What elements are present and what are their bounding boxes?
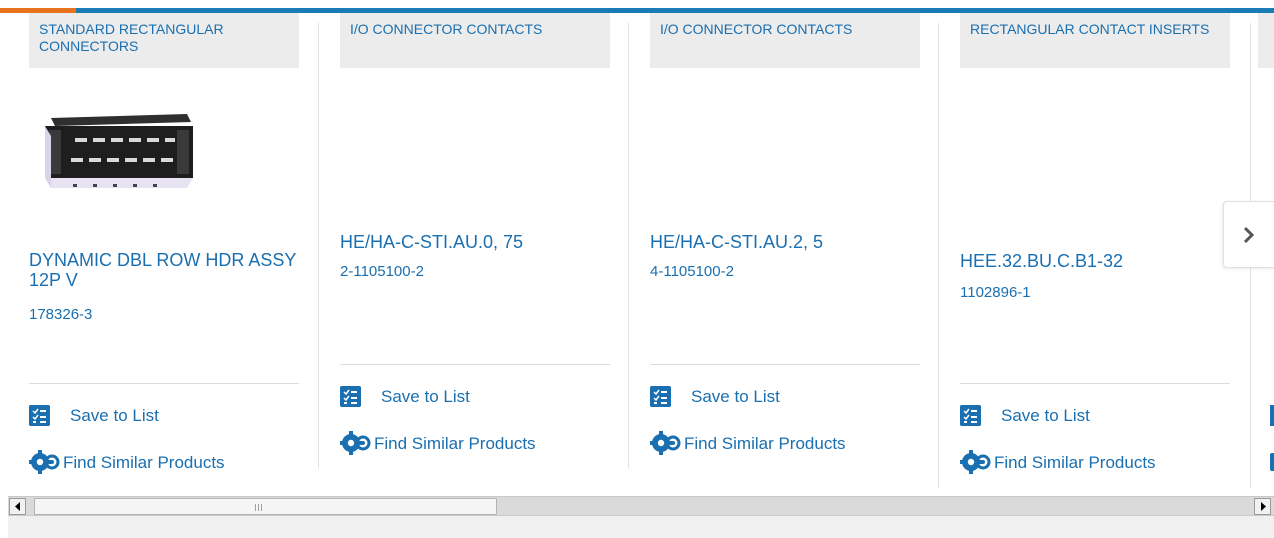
product-title-link[interactable]: DYNAMIC DBL ROW HDR ASSY 12P V [29,250,299,290]
separator [960,383,1230,384]
save-to-list-label: Save to List [691,386,780,406]
category-label[interactable]: I/O CONNECTOR CONTACTS [650,13,920,68]
save-to-list-button[interactable]: Save to List [340,386,470,407]
product-title-link[interactable]: HE/HA-C-STI.AU.2, 5 [650,232,920,252]
part-number-link[interactable]: 1102896-1 [960,284,1031,302]
find-similar-label: Find Similar Products [684,433,846,453]
save-to-list-button[interactable]: Save to List [650,386,780,407]
scrollbar-grip [255,504,263,511]
next-card-save-icon-peek [1270,405,1274,426]
separator [650,364,920,365]
gears-icon [29,450,60,474]
find-similar-button[interactable]: Find Similar Products [650,431,846,456]
product-card: I/O CONNECTOR CONTACTS HE/HA-C-STI.AU.0,… [340,13,610,483]
checklist-icon [340,386,361,407]
scroll-right-button[interactable] [1254,498,1271,515]
product-card: RECTANGULAR CONTACT INSERTS HEE.32.BU.C.… [960,13,1230,483]
checklist-icon [29,405,50,426]
save-to-list-button[interactable]: Save to List [29,405,159,426]
scrollbar-thumb[interactable] [34,498,497,515]
category-label[interactable]: I/O CONNECTOR CONTACTS [340,13,610,68]
card-divider [318,23,319,468]
product-image[interactable] [37,108,193,196]
save-to-list-label: Save to List [381,386,470,406]
gears-icon [650,431,681,455]
separator [340,364,610,365]
checklist-icon [650,386,671,407]
category-label[interactable]: RECTANGULAR CONTACT INSERTS [960,13,1230,68]
product-card: STANDARD RECTANGULAR CONNECTORS DYNAMIC … [29,13,299,483]
arrow-right-icon [1260,502,1266,511]
separator [29,383,299,384]
next-card-category-peek [1258,13,1274,68]
gears-icon [340,431,371,455]
find-similar-button[interactable]: Find Similar Products [29,450,225,475]
footer-gray-area [8,516,1274,538]
product-card: I/O CONNECTOR CONTACTS HE/HA-C-STI.AU.2,… [650,13,920,483]
product-carousel: STANDARD RECTANGULAR CONNECTORS DYNAMIC … [0,13,1274,495]
find-similar-label: Find Similar Products [994,452,1156,472]
chevron-right-icon [1243,226,1255,243]
product-title-link[interactable]: HE/HA-C-STI.AU.0, 75 [340,232,610,252]
arrow-left-icon [14,502,20,511]
find-similar-button[interactable]: Find Similar Products [340,431,536,456]
carousel-next-button[interactable] [1223,201,1274,268]
part-number-link[interactable]: 178326-3 [29,306,92,324]
find-similar-label: Find Similar Products [374,433,536,453]
checklist-icon [960,405,981,426]
gears-icon [960,450,991,474]
card-divider [938,23,939,488]
save-to-list-label: Save to List [70,405,159,425]
card-divider [628,23,629,468]
save-to-list-button[interactable]: Save to List [960,405,1090,426]
category-label[interactable]: STANDARD RECTANGULAR CONNECTORS [29,13,299,68]
part-number-link[interactable]: 2-1105100-2 [340,263,424,281]
find-similar-button[interactable]: Find Similar Products [960,450,1156,475]
next-card-similar-icon-peek [1270,453,1274,471]
product-title-link[interactable]: HEE.32.BU.C.B1-32 [960,251,1230,271]
save-to-list-label: Save to List [1001,405,1090,425]
horizontal-scrollbar[interactable] [8,496,1274,516]
find-similar-label: Find Similar Products [63,452,225,472]
part-number-link[interactable]: 4-1105100-2 [650,263,734,281]
scroll-left-button[interactable] [9,498,26,515]
